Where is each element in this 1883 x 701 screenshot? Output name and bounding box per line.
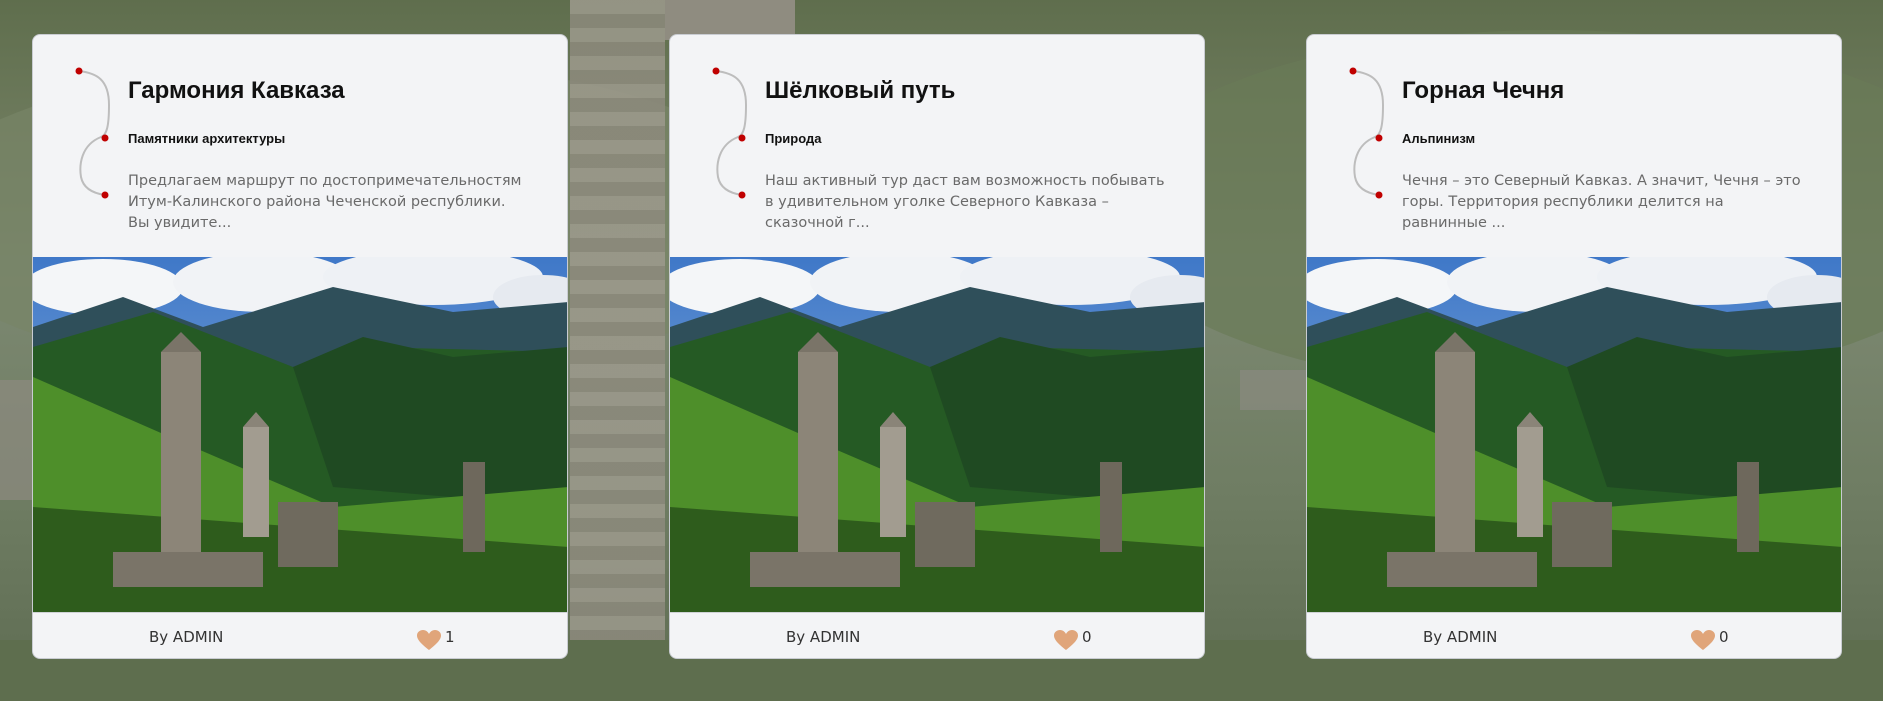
tour-photo[interactable] [670, 257, 1205, 612]
tour-description: Предлагаем маршрут по достопримечательно… [128, 173, 522, 231]
tour-card[interactable]: Гармония Кавказа Памятники архитектуры П… [32, 34, 568, 659]
likes-count: 1 [445, 628, 455, 646]
heart-icon[interactable] [1690, 629, 1716, 651]
heart-icon[interactable] [416, 629, 442, 651]
card-footer: By ADMIN 1 [33, 612, 567, 658]
tour-photo[interactable] [1307, 257, 1842, 612]
heart-icon[interactable] [1053, 629, 1079, 651]
card-footer: By ADMIN 0 [670, 612, 1204, 658]
tour-category: Альпинизм [1402, 131, 1476, 146]
author-label: By ADMIN [1423, 628, 1498, 646]
author-label: By ADMIN [786, 628, 861, 646]
likes-count: 0 [1082, 628, 1092, 646]
tour-card[interactable]: Шёлковый путь Природа Наш активный тур д… [669, 34, 1205, 659]
route-icon [1349, 67, 1385, 199]
tour-title[interactable]: Горная Чечня [1402, 77, 1564, 105]
tour-card[interactable]: Горная Чечня Альпинизм Чечня – это Север… [1306, 34, 1842, 659]
tour-title[interactable]: Шёлковый путь [765, 77, 955, 105]
route-icon [75, 67, 111, 199]
card-footer: By ADMIN 0 [1307, 612, 1841, 658]
likes-count: 0 [1719, 628, 1729, 646]
tour-category: Памятники архитектуры [128, 131, 286, 146]
tour-description: Наш активный тур даст вам возможность по… [765, 173, 1165, 231]
tour-description: Чечня – это Северный Кавказ. А значит, Ч… [1402, 173, 1801, 231]
route-icon [712, 67, 748, 199]
author-label: By ADMIN [149, 628, 224, 646]
tour-photo[interactable] [33, 257, 568, 612]
tour-category: Природа [765, 131, 822, 146]
tour-title[interactable]: Гармония Кавказа [128, 77, 345, 105]
